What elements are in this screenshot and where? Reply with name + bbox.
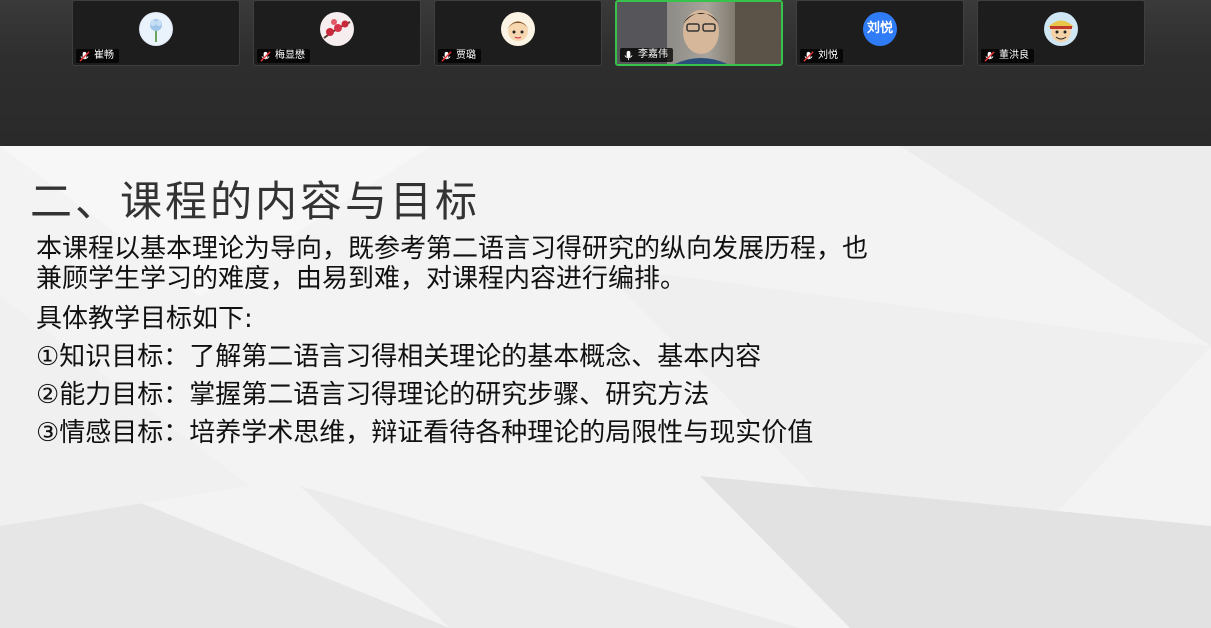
mic-muted-icon	[260, 50, 271, 62]
goal-ability: ②能力目标：掌握第二语言习得理论的研究步骤、研究方法	[36, 380, 710, 410]
participant-name: 董洪良	[999, 50, 1029, 61]
goal-emotion: ③情感目标：培养学术思维，辩证看待各种理论的局限性与现实价值	[36, 418, 814, 448]
name-tag: 贾璐	[438, 49, 481, 63]
name-tag: 梅显懋	[257, 49, 310, 63]
participant-tile-active-speaker[interactable]: 李嘉伟	[615, 0, 783, 66]
intro-line: 兼顾学生学习的难度，由易到难，对课程内容进行编排。	[36, 264, 687, 294]
mic-icon	[624, 50, 633, 60]
mic-muted-icon	[441, 50, 452, 62]
participant-name: 刘悦	[818, 50, 838, 61]
goals-heading: 具体教学目标如下:	[36, 304, 253, 334]
flower-icon	[139, 12, 173, 46]
cartoon-boy-icon	[1044, 12, 1078, 46]
plum-blossom-icon	[320, 12, 354, 46]
participant-tile-1[interactable]: 崔畅	[72, 0, 240, 66]
participant-tile-6[interactable]: 董洪良	[977, 0, 1145, 66]
participant-name: 梅显懋	[275, 50, 305, 61]
name-tag: 刘悦	[800, 49, 843, 63]
participant-tile-5[interactable]: 刘悦 刘悦	[796, 0, 964, 66]
participant-name: 贾璐	[456, 50, 476, 61]
name-tag: 董洪良	[981, 49, 1034, 63]
intro-line: 本课程以基本理论为导向，既参考第二语言习得研究的纵向发展历程，也	[36, 234, 869, 264]
participant-bar: 崔畅 梅显懋 贾璐 李嘉伟 刘悦 刘悦 董洪良	[0, 0, 1211, 146]
participant-tile-3[interactable]: 贾璐	[434, 0, 602, 66]
participant-tiles: 崔畅 梅显懋 贾璐 李嘉伟 刘悦 刘悦 董洪良	[72, 0, 1152, 68]
participant-name: 崔畅	[94, 50, 114, 61]
cartoon-girl-icon	[501, 12, 535, 46]
participant-tile-2[interactable]: 梅显懋	[253, 0, 421, 66]
participant-name: 李嘉伟	[638, 49, 668, 60]
slide-body: 本课程以基本理论为导向，既参考第二语言习得研究的纵向发展历程，也 兼顾学生学习的…	[36, 234, 1196, 456]
intro-paragraph: 本课程以基本理论为导向，既参考第二语言习得研究的纵向发展历程，也 兼顾学生学习的…	[36, 234, 1196, 294]
name-tag: 崔畅	[76, 49, 119, 63]
mic-muted-icon	[984, 50, 995, 62]
name-tag: 李嘉伟	[620, 48, 673, 62]
slide-title: 二、课程的内容与目标	[30, 177, 481, 226]
mic-muted-icon	[79, 50, 90, 62]
shared-slide: 二、课程的内容与目标 本课程以基本理论为导向，既参考第二语言习得研究的纵向发展历…	[0, 146, 1211, 628]
text-avatar: 刘悦	[863, 12, 897, 46]
mic-muted-icon	[803, 50, 814, 62]
goal-knowledge: ①知识目标：了解第二语言习得相关理论的基本概念、基本内容	[36, 342, 762, 372]
